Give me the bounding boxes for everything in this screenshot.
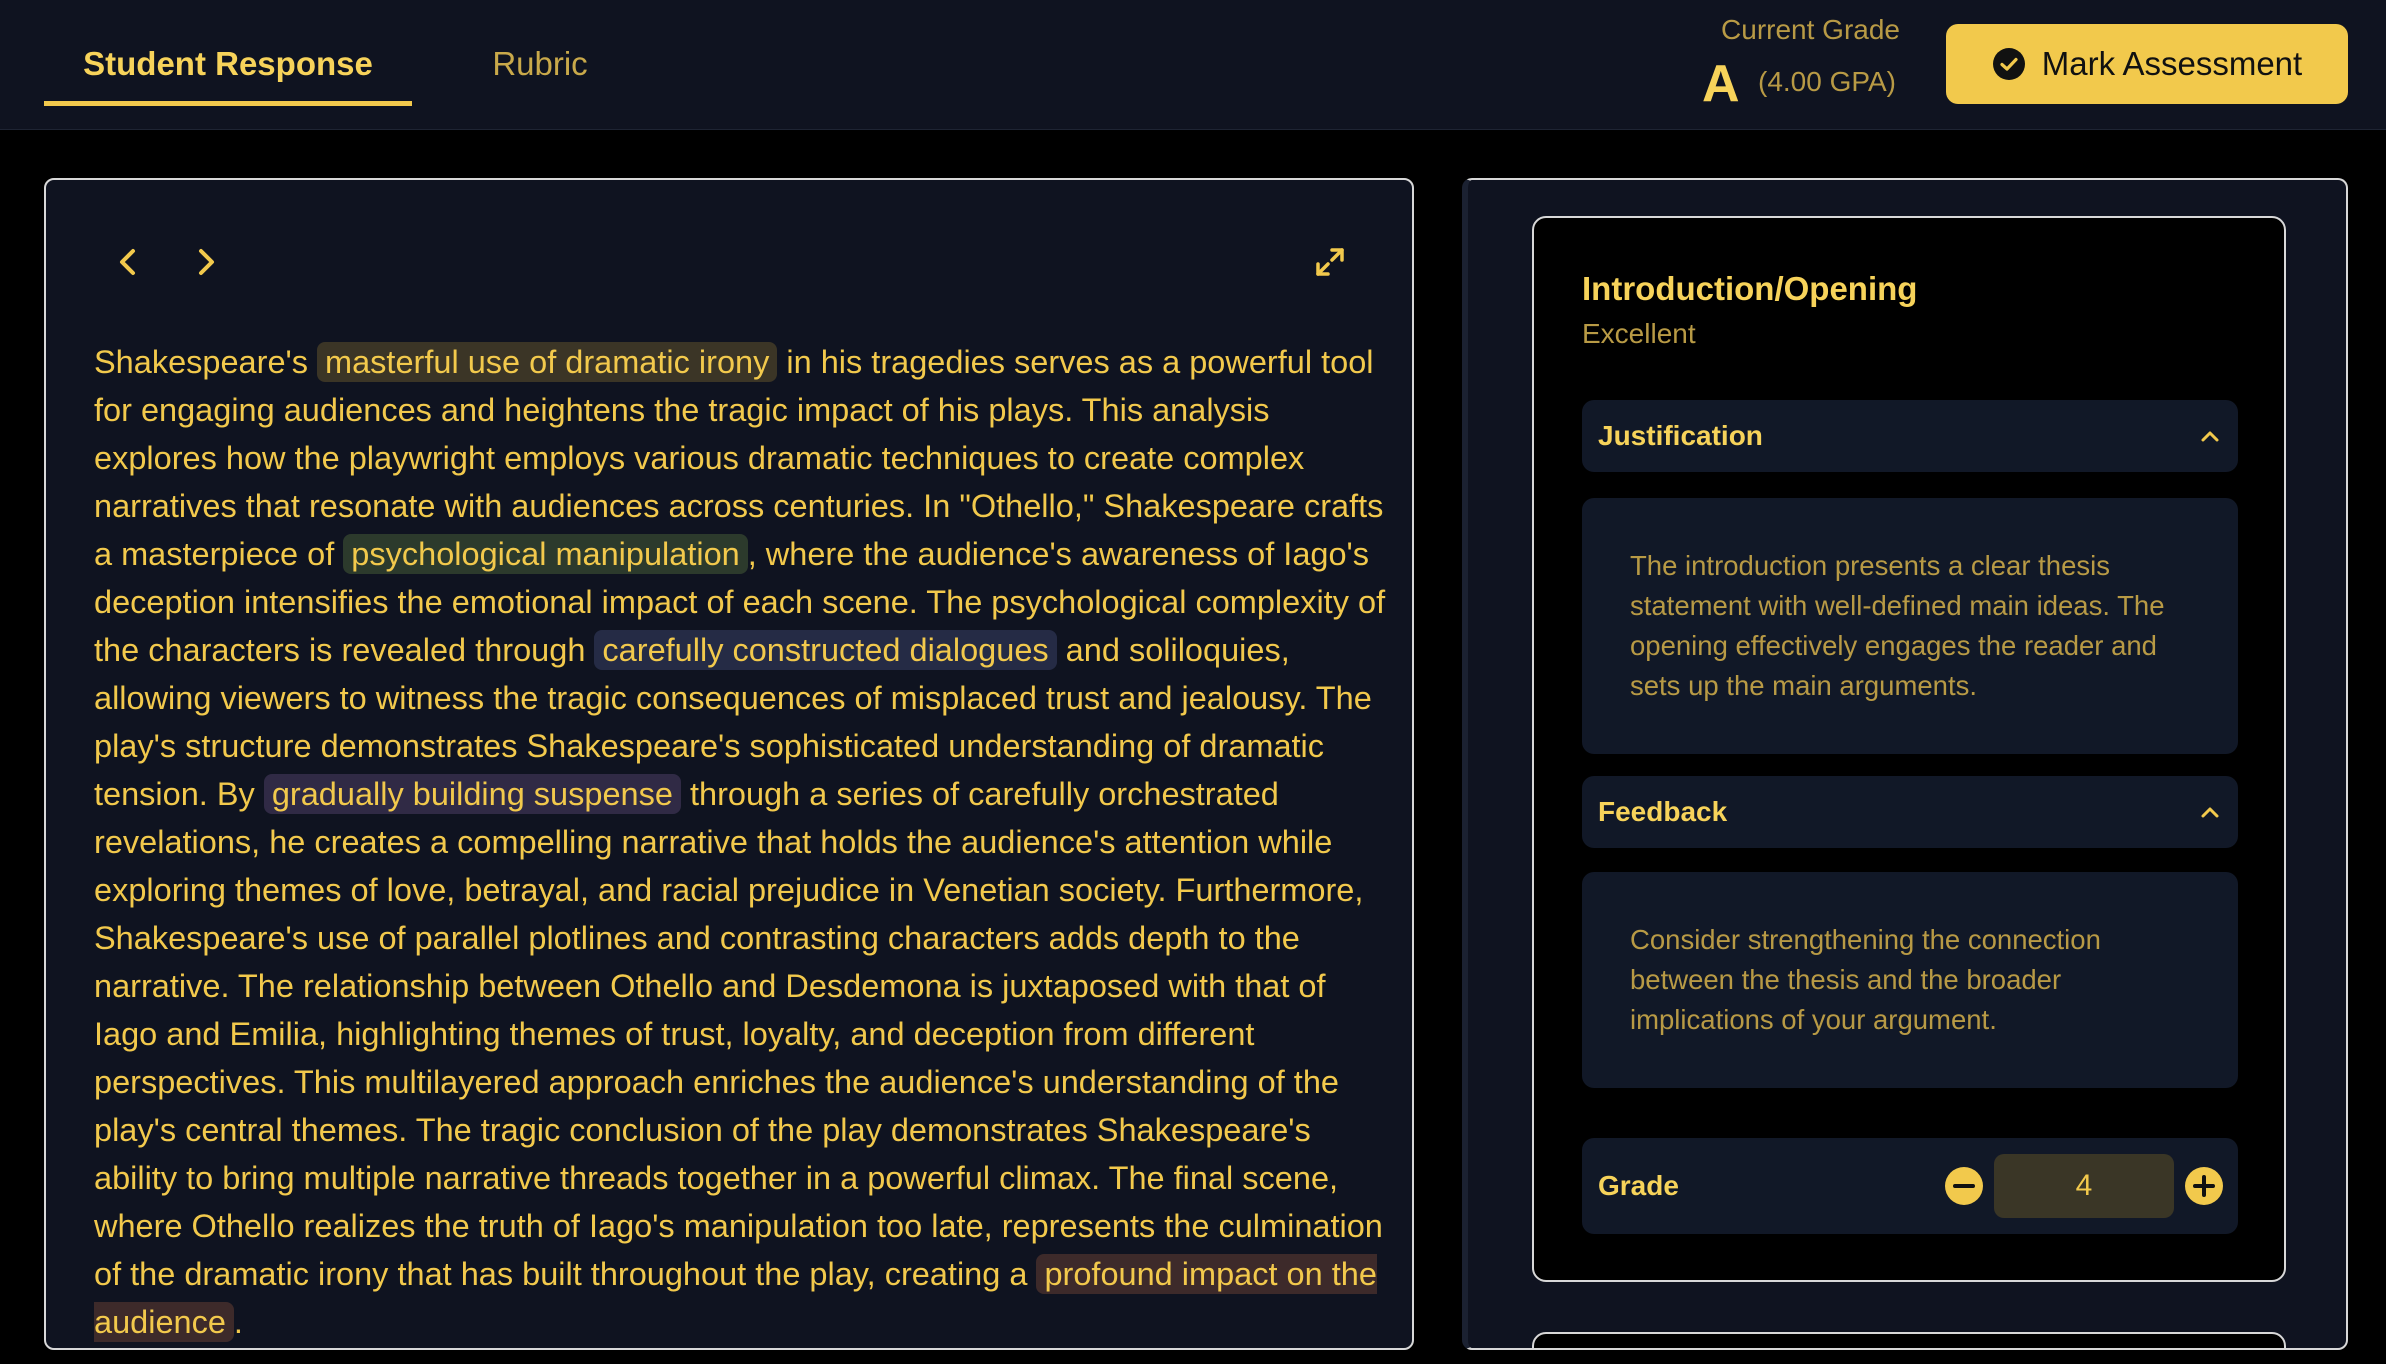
highlight-constructed-dialogues[interactable]: carefully constructed dialogues [594,630,1057,670]
grade-value-input[interactable]: 4 [1994,1154,2174,1218]
feedback-label: Feedback [1598,796,1728,827]
chevron-up-icon [2198,424,2222,448]
top-bar: Student Response Rubric Current Grade A … [0,0,2386,130]
mark-assessment-label: Mark Assessment [2041,45,2303,82]
essay-segment: through a series of carefully orchestrat… [94,776,1383,1292]
mark-assessment-button[interactable]: Mark Assessment [1946,24,2348,104]
chevron-up-icon [2198,800,2222,824]
expand-button[interactable] [1310,242,1350,282]
previous-button[interactable] [108,242,148,282]
current-grade-gpa: (4.00 GPA) [1758,66,1896,97]
decrement-button[interactable] [1944,1166,1984,1206]
tab-student-response[interactable]: Student Response [44,34,412,106]
grade-control: Grade 4 [1582,1138,2238,1234]
feedback-body: Consider strengthening the connection be… [1582,872,2238,1088]
plus-circle-icon [2185,1167,2223,1205]
expand-icon [1316,248,1344,276]
essay-text: Shakespeare's masterful use of dramatic … [94,338,1394,1346]
highlight-psychological-manipulation[interactable]: psychological manipulation [343,534,748,574]
next-button[interactable] [186,242,226,282]
chevron-right-icon [199,249,214,275]
criterion-title: Introduction/Opening [1582,270,1918,307]
grade-label: Grade [1598,1170,1679,1201]
essay-segment: . [233,1304,243,1340]
criterion-card: Introduction/Opening Excellent Justifica… [1532,216,2286,1282]
essay-segment: Shakespeare's [94,344,318,380]
minus-circle-icon [1945,1167,1983,1205]
current-grade-letter: A [1702,55,1740,113]
check-circle-icon [1992,47,2026,81]
justification-toggle[interactable]: Justification [1582,400,2238,472]
chevron-left-icon [120,249,135,275]
increment-button[interactable] [2184,1166,2224,1206]
justification-label: Justification [1598,420,1763,451]
highlight-building-suspense[interactable]: gradually building suspense [263,774,681,814]
feedback-toggle[interactable]: Feedback [1582,776,2238,848]
rubric-panel: Introduction/Opening Excellent Justifica… [1462,178,2348,1350]
highlight-dramatic-irony[interactable]: masterful use of dramatic irony [317,342,778,382]
next-criterion-card [1532,1332,2286,1348]
criterion-level: Excellent [1582,318,1696,349]
justification-body: The introduction presents a clear thesis… [1582,498,2238,754]
current-grade-label: Current Grade [1721,14,1900,45]
tab-rubric[interactable]: Rubric [440,34,640,106]
student-response-panel: Shakespeare's masterful use of dramatic … [44,178,1414,1350]
